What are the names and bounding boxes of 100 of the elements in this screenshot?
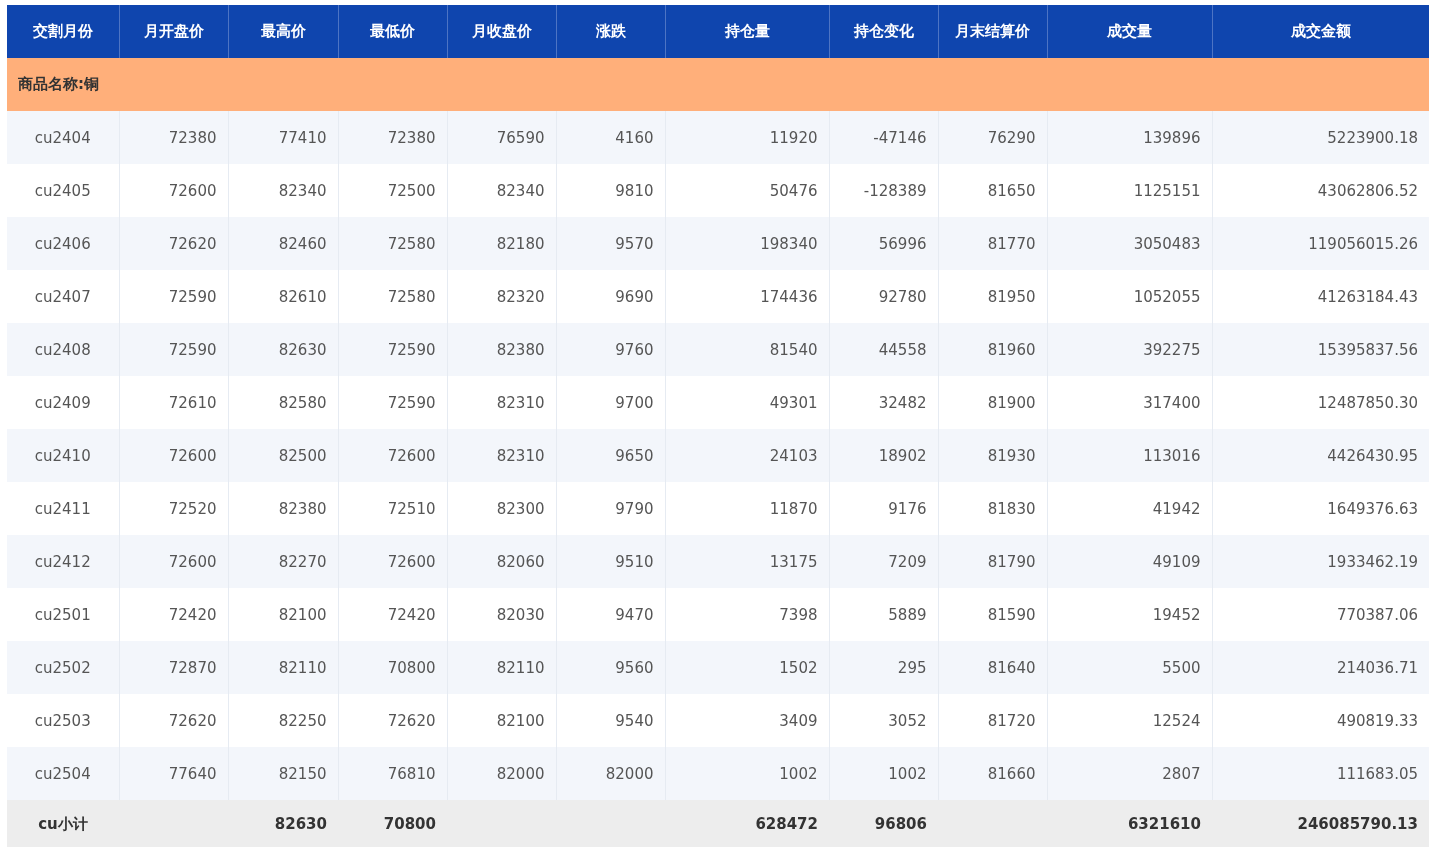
table-cell: 56996 — [829, 217, 938, 270]
table-cell: cu2502 — [7, 641, 119, 694]
column-header: 持仓量 — [665, 5, 829, 58]
table-cell: 76290 — [938, 111, 1047, 164]
table-cell: 198340 — [665, 217, 829, 270]
column-header: 持仓变化 — [829, 5, 938, 58]
subtotal-cell: 96806 — [829, 800, 938, 847]
table-cell: 82000 — [447, 747, 556, 800]
column-header: 月末结算价 — [938, 5, 1047, 58]
subtotal-cell: 628472 — [665, 800, 829, 847]
table-cell: 7209 — [829, 535, 938, 588]
table-cell: 72580 — [338, 217, 447, 270]
table-cell: 72380 — [338, 111, 447, 164]
table-cell: 15395837.56 — [1212, 323, 1429, 376]
table-cell: cu2406 — [7, 217, 119, 270]
table-cell: 3050483 — [1047, 217, 1212, 270]
table-cell: 82000 — [556, 747, 665, 800]
subtotal-cell: 82630 — [228, 800, 338, 847]
table-cell: 72870 — [119, 641, 228, 694]
table-cell: 1002 — [829, 747, 938, 800]
table-cell: 43062806.52 — [1212, 164, 1429, 217]
subtotal-cell: 6321610 — [1047, 800, 1212, 847]
table-cell: 82060 — [447, 535, 556, 588]
table-cell: 76810 — [338, 747, 447, 800]
table-cell: 1649376.63 — [1212, 482, 1429, 535]
table-cell: 119056015.26 — [1212, 217, 1429, 270]
table-cell: 72600 — [119, 429, 228, 482]
table-cell: 11920 — [665, 111, 829, 164]
table-cell: 77410 — [228, 111, 338, 164]
table-cell: 82180 — [447, 217, 556, 270]
column-header: 成交量 — [1047, 5, 1212, 58]
table-cell: 81930 — [938, 429, 1047, 482]
table-cell: 82500 — [228, 429, 338, 482]
table-cell: 5500 — [1047, 641, 1212, 694]
table-cell: 81960 — [938, 323, 1047, 376]
table-cell: cu2410 — [7, 429, 119, 482]
table-cell: 72600 — [119, 535, 228, 588]
table-cell: 139896 — [1047, 111, 1212, 164]
table-cell: 77640 — [119, 747, 228, 800]
column-header: 交割月份 — [7, 5, 119, 58]
table-cell: 72590 — [338, 323, 447, 376]
table-cell: 72600 — [338, 429, 447, 482]
table-cell: 9560 — [556, 641, 665, 694]
table-cell: 13175 — [665, 535, 829, 588]
table-cell: 9760 — [556, 323, 665, 376]
column-header: 涨跌 — [556, 5, 665, 58]
table-cell: 82630 — [228, 323, 338, 376]
table-cell: 5223900.18 — [1212, 111, 1429, 164]
table-cell: 392275 — [1047, 323, 1212, 376]
table-cell: 72600 — [338, 535, 447, 588]
table-cell: 82150 — [228, 747, 338, 800]
table-cell: 1002 — [665, 747, 829, 800]
subtotal-cell: 246085790.13 — [1212, 800, 1429, 847]
table-cell: 1933462.19 — [1212, 535, 1429, 588]
table-cell: 214036.71 — [1212, 641, 1429, 694]
table-cell: 72590 — [119, 323, 228, 376]
table-cell: 490819.33 — [1212, 694, 1429, 747]
table-cell: 72620 — [119, 217, 228, 270]
table-cell: 82380 — [447, 323, 556, 376]
table-cell: 82270 — [228, 535, 338, 588]
column-header: 月开盘价 — [119, 5, 228, 58]
table-cell: 4426430.95 — [1212, 429, 1429, 482]
table-cell: 9510 — [556, 535, 665, 588]
subtotal-cell: 70800 — [338, 800, 447, 847]
table-cell: cu2412 — [7, 535, 119, 588]
column-header: 最低价 — [338, 5, 447, 58]
column-header: 月收盘价 — [447, 5, 556, 58]
table-cell: 2807 — [1047, 747, 1212, 800]
table-cell: 82110 — [228, 641, 338, 694]
table-cell: 18902 — [829, 429, 938, 482]
table-cell: 81660 — [938, 747, 1047, 800]
table-cell: 295 — [829, 641, 938, 694]
table-cell: 111683.05 — [1212, 747, 1429, 800]
table-cell: 81770 — [938, 217, 1047, 270]
table-cell: 81540 — [665, 323, 829, 376]
table-cell: 81640 — [938, 641, 1047, 694]
table-cell: 72380 — [119, 111, 228, 164]
table-cell: 9570 — [556, 217, 665, 270]
table-cell: 76590 — [447, 111, 556, 164]
table-cell: 49109 — [1047, 535, 1212, 588]
table-cell: -47146 — [829, 111, 938, 164]
table-cell: 770387.06 — [1212, 588, 1429, 641]
table-cell: 82460 — [228, 217, 338, 270]
table-cell: 41263184.43 — [1212, 270, 1429, 323]
table-cell: cu2404 — [7, 111, 119, 164]
column-header: 最高价 — [228, 5, 338, 58]
table-cell: 9650 — [556, 429, 665, 482]
table-cell: 81790 — [938, 535, 1047, 588]
table-cell: 24103 — [665, 429, 829, 482]
subtotal-cell: cu小计 — [7, 800, 119, 847]
table-cell: 4160 — [556, 111, 665, 164]
table-cell: cu2408 — [7, 323, 119, 376]
table-cell: 1502 — [665, 641, 829, 694]
table-cell: 44558 — [829, 323, 938, 376]
table-cell: 113016 — [1047, 429, 1212, 482]
table-cell: 12487850.30 — [1212, 376, 1429, 429]
table-cell: cu2504 — [7, 747, 119, 800]
table-cell: 70800 — [338, 641, 447, 694]
group-header: 商品名称:铜 — [7, 58, 1429, 111]
table-cell: 82110 — [447, 641, 556, 694]
